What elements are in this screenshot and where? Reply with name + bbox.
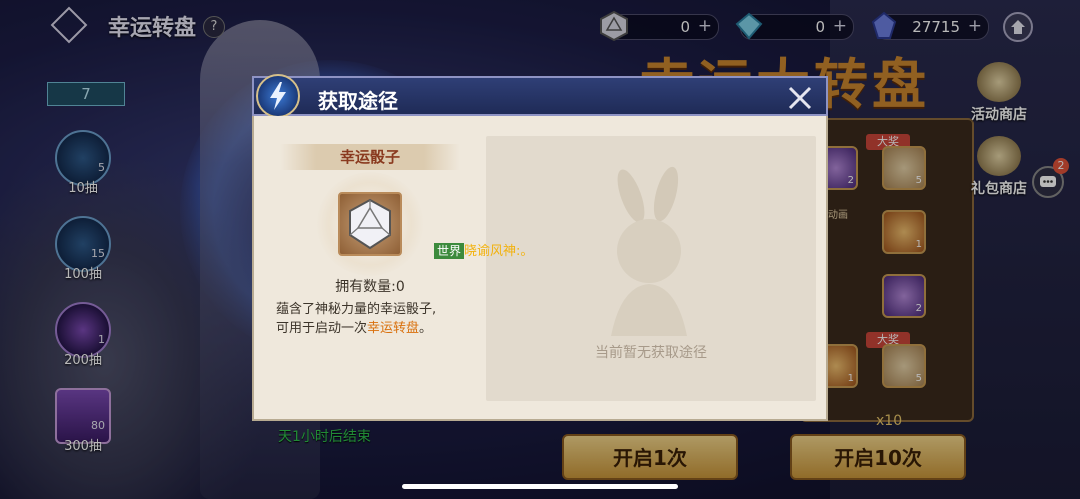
modal-header: 获取途径 xyxy=(252,74,828,118)
empty-state-text: 当前暂无获取途径 xyxy=(595,345,707,361)
description-line-1: 蕴含了神秘力量的幸运骰子, xyxy=(276,302,437,317)
close-icon xyxy=(788,86,812,110)
home-indicator[interactable] xyxy=(402,484,678,489)
item-description: 蕴含了神秘力量的幸运骰子, 可用于启动一次幸运转盘。 xyxy=(276,300,486,338)
lightning-icon xyxy=(256,74,300,118)
modal-title: 获取途径 xyxy=(318,89,398,113)
lucky-dice-icon xyxy=(349,198,391,250)
close-button[interactable] xyxy=(786,84,814,112)
acquisition-list-empty: 当前暂无获取途径 xyxy=(486,136,816,401)
chat-text: :。 xyxy=(516,244,534,259)
description-line-2: 可用于启动一次幸运转盘。 xyxy=(276,321,433,336)
empty-state-illustration xyxy=(611,166,687,336)
chat-channel-tag: 世界 xyxy=(434,243,465,259)
owned-count: 拥有数量:0 xyxy=(335,279,405,295)
world-chat-message: 世界 晓谕风神:。 xyxy=(434,240,533,259)
lucky-wheel-link: 幸运转盘 xyxy=(367,321,420,336)
item-name: 幸运骰子 xyxy=(280,144,460,170)
item-slot xyxy=(338,192,402,256)
acquisition-modal: 获取途径 幸运骰子 拥有数量:0 蕴含了神秘力量的幸运骰子, 可用于启动一次幸运… xyxy=(252,74,828,421)
chat-sender: 晓谕风神 xyxy=(464,244,517,259)
modal-body: 幸运骰子 拥有数量:0 蕴含了神秘力量的幸运骰子, 可用于启动一次幸运转盘。 当… xyxy=(252,116,828,421)
